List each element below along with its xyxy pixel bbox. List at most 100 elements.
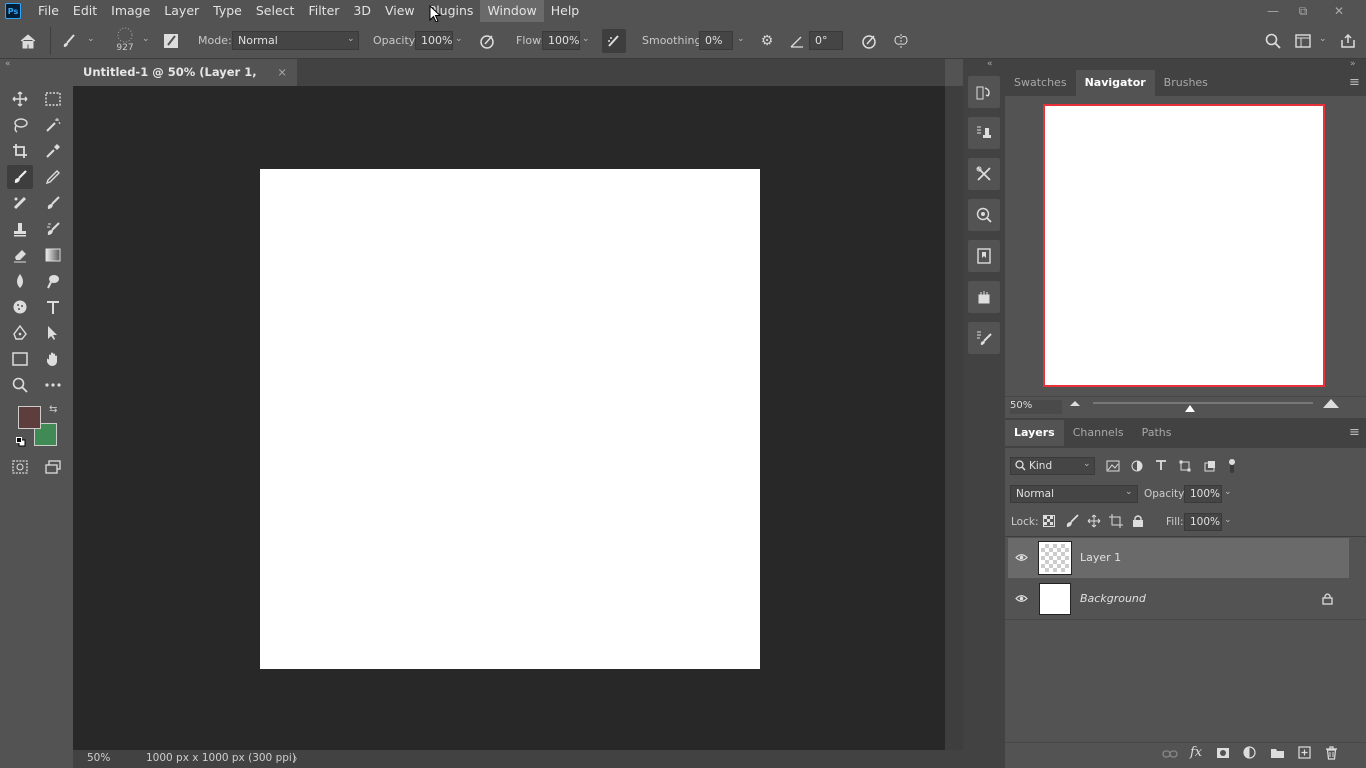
filter-adjustment-icon[interactable] xyxy=(1131,460,1143,475)
share-icon[interactable] xyxy=(1337,30,1359,52)
chevron-down-icon[interactable]: ⌄ xyxy=(582,34,590,44)
document-canvas[interactable] xyxy=(260,169,760,669)
chevron-down-icon[interactable]: ⌄ xyxy=(142,34,150,44)
chevron-down-icon[interactable]: ⌄ xyxy=(1224,487,1232,497)
zoom-tool-icon[interactable] xyxy=(7,373,33,397)
lock-position-icon[interactable] xyxy=(1087,514,1101,531)
filter-pixel-icon[interactable] xyxy=(1106,460,1120,475)
brush-tool-icon[interactable] xyxy=(7,165,33,189)
lock-transparent-icon[interactable] xyxy=(1043,515,1055,530)
layers-panel-menu-icon[interactable]: ≡ xyxy=(1349,425,1360,440)
delete-layer-trash-icon[interactable] xyxy=(1325,746,1338,763)
eyedropper-tool-icon[interactable] xyxy=(40,139,66,163)
tab-brushes[interactable]: Brushes xyxy=(1155,70,1217,96)
brush-settings-dock-icon[interactable] xyxy=(968,322,1000,354)
pen-tool-icon[interactable] xyxy=(7,321,33,345)
history-brush-tool-icon[interactable] xyxy=(40,191,66,215)
swap-colors-icon[interactable]: ⇆ xyxy=(49,404,57,415)
spot-healing-tool-icon[interactable] xyxy=(7,191,33,215)
zoom-in-icon[interactable] xyxy=(1322,397,1340,412)
move-tool-icon[interactable] xyxy=(7,87,33,111)
filter-type-icon[interactable] xyxy=(1155,459,1167,474)
quick-mask-icon[interactable] xyxy=(7,455,33,479)
chevron-down-icon[interactable]: ⌄ xyxy=(455,34,463,44)
menu-3d[interactable]: 3D xyxy=(346,0,378,22)
brush-preset-icon[interactable] xyxy=(58,30,80,52)
expand-dock-icon[interactable]: » xyxy=(1350,59,1356,69)
layer-style-fx-icon[interactable]: fx xyxy=(1190,745,1202,760)
brush-size-picker[interactable]: 927 xyxy=(108,26,142,56)
hand-tool-icon[interactable] xyxy=(40,347,66,371)
navigator-preview[interactable] xyxy=(1043,104,1325,387)
lock-icon[interactable] xyxy=(1322,592,1333,608)
menu-filter[interactable]: Filter xyxy=(301,0,346,22)
angle-input[interactable]: 0° xyxy=(809,31,843,50)
menu-image[interactable]: Image xyxy=(104,0,157,22)
type-tool-icon[interactable] xyxy=(40,295,66,319)
magic-wand-tool-icon[interactable] xyxy=(40,113,66,137)
sponge-tool-icon[interactable] xyxy=(7,295,33,319)
pressure-size-icon[interactable] xyxy=(858,30,880,52)
tab-document[interactable]: Untitled-1 @ 50% (Layer 1, RGB/8) * × xyxy=(73,59,297,106)
tab-swatches[interactable]: Swatches xyxy=(1005,70,1076,96)
airbrush-icon[interactable] xyxy=(602,29,626,53)
pressure-opacity-icon[interactable] xyxy=(476,30,498,52)
tab-layers[interactable]: Layers xyxy=(1005,420,1064,446)
lock-all-icon[interactable] xyxy=(1132,514,1144,531)
tab-navigator[interactable]: Navigator xyxy=(1075,70,1155,96)
layer-name[interactable]: Background xyxy=(1080,592,1146,605)
filter-smart-object-icon[interactable] xyxy=(1204,460,1216,475)
menu-select[interactable]: Select xyxy=(249,0,302,22)
dodge-tool-icon[interactable] xyxy=(40,269,66,293)
filter-toggle-icon[interactable] xyxy=(1227,458,1237,477)
panel-menu-icon[interactable]: ≡ xyxy=(1349,75,1360,90)
eraser-tool-icon[interactable] xyxy=(7,243,33,267)
layer-row[interactable]: Layer 1 xyxy=(1008,538,1349,578)
search-icon[interactable] xyxy=(1262,30,1284,52)
crop-tool-icon[interactable] xyxy=(7,139,33,163)
marquee-tool-icon[interactable] xyxy=(40,87,66,111)
brush-settings-panel-icon[interactable] xyxy=(160,30,182,52)
workspace-icon[interactable] xyxy=(1292,30,1314,52)
menu-window[interactable]: Window xyxy=(480,0,544,22)
lock-pixels-icon[interactable] xyxy=(1065,514,1079,531)
pencil-tool-icon[interactable] xyxy=(40,165,66,189)
layer-opacity-input[interactable]: 100% xyxy=(1184,485,1222,503)
smoothing-input[interactable]: 0% xyxy=(699,31,733,50)
menu-view[interactable]: View xyxy=(378,0,422,22)
menu-edit[interactable]: Edit xyxy=(66,0,104,22)
add-mask-icon[interactable] xyxy=(1216,747,1230,762)
status-menu-icon[interactable]: 〉 xyxy=(293,752,302,765)
chevron-down-icon[interactable]: ⌄ xyxy=(87,34,95,44)
flow-input[interactable]: 100% xyxy=(542,31,580,50)
minimize-button[interactable]: — xyxy=(1258,0,1288,22)
symmetry-icon[interactable] xyxy=(890,30,912,52)
new-group-folder-icon[interactable] xyxy=(1270,747,1285,762)
clone-stamp-tool-icon[interactable] xyxy=(7,217,33,241)
rectangle-tool-icon[interactable] xyxy=(7,347,33,371)
libraries-panel-icon[interactable] xyxy=(968,240,1000,272)
more-tools-icon[interactable] xyxy=(40,373,66,397)
menu-type[interactable]: Type xyxy=(206,0,249,22)
glyphs-panel-icon[interactable] xyxy=(968,281,1000,313)
tab-paths[interactable]: Paths xyxy=(1133,420,1181,446)
visibility-eye-icon[interactable] xyxy=(1015,592,1028,606)
history-panel-icon[interactable] xyxy=(968,76,1000,108)
navigator-zoom-value[interactable]: 50% xyxy=(1010,400,1062,414)
foreground-color-swatch-top[interactable] xyxy=(18,406,41,429)
mixer-brush-tool-icon[interactable] xyxy=(40,217,66,241)
menu-layer[interactable]: Layer xyxy=(157,0,206,22)
navigator-zoom-slider[interactable] xyxy=(1093,402,1313,404)
home-icon[interactable] xyxy=(16,30,40,52)
visibility-eye-icon[interactable] xyxy=(1015,551,1028,565)
clone-source-panel-icon[interactable] xyxy=(968,117,1000,149)
new-layer-icon[interactable] xyxy=(1298,746,1311,762)
screen-mode-icon[interactable] xyxy=(40,455,66,479)
tab-channels[interactable]: Channels xyxy=(1064,420,1133,446)
chevron-down-icon[interactable]: ⌄ xyxy=(1224,515,1232,525)
path-selection-tool-icon[interactable] xyxy=(40,321,66,345)
layer-name[interactable]: Layer 1 xyxy=(1080,551,1121,564)
opacity-input[interactable]: 100% xyxy=(415,31,453,50)
default-colors-icon[interactable] xyxy=(16,437,26,447)
chevron-down-icon[interactable]: ⌄ xyxy=(1319,34,1327,44)
